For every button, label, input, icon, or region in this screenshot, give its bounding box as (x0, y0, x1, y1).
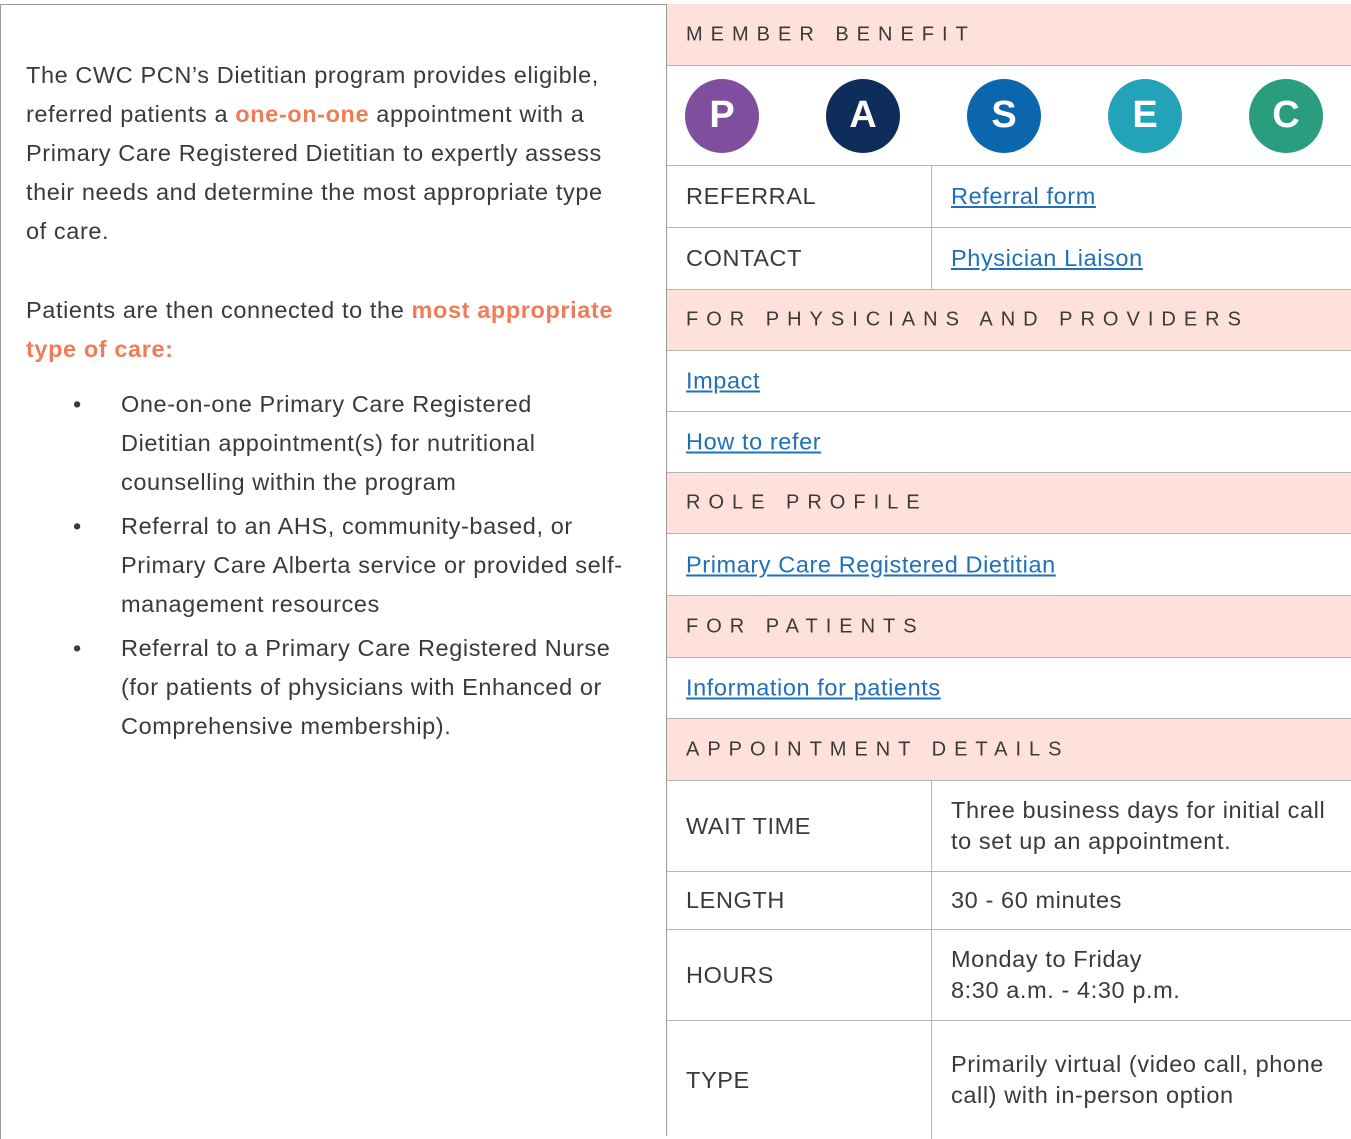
impact-link[interactable]: Impact (686, 368, 760, 395)
referral-form-link[interactable]: Referral form (951, 181, 1096, 212)
patients-title: FOR PATIENTS (686, 615, 925, 637)
bullet-icon: • (73, 635, 82, 661)
circle-letter: P (709, 94, 735, 136)
membership-circles-row: P A S E C (667, 66, 1351, 166)
detail-row: WAIT TIME Three business days for initia… (667, 781, 1351, 872)
bullet-icon: • (73, 513, 82, 539)
role-profile-header: ROLE PROFILE (667, 473, 1351, 534)
intro-text: The CWC PCN’s Dietitian program provides… (26, 56, 626, 751)
role-profile-link[interactable]: Primary Care Registered Dietitian (686, 551, 1056, 578)
role-profile-row: Primary Care Registered Dietitian (667, 534, 1351, 596)
list-item-text: One-on-one Primary Care Registered Dieti… (121, 391, 536, 495)
detail-row: HOURS Monday to Friday 8:30 a.m. - 4:30 … (667, 930, 1351, 1021)
list-item: • One-on-one Primary Care Registered Diet… (73, 385, 626, 502)
contact-label: CONTACT (667, 228, 932, 289)
intro-paragraph: The CWC PCN’s Dietitian program provides… (26, 56, 626, 251)
contact-row: CONTACT Physician Liaison (667, 228, 1351, 290)
connected-paragraph: Patients are then connected to the most … (26, 291, 626, 369)
bullet-icon: • (73, 391, 82, 417)
circle-p: P (685, 78, 759, 153)
patients-info-link[interactable]: Information for patients (686, 675, 941, 702)
member-benefit-title: MEMBER BENEFIT (686, 23, 976, 45)
appointment-header: APPOINTMENT DETAILS (667, 719, 1351, 781)
care-options-list: • One-on-one Primary Care Registered Diet… (26, 385, 626, 746)
circle-letter: C (1272, 94, 1300, 136)
circle-c: C (1249, 78, 1323, 153)
list-item: • Referral to a Primary Care Registered N… (73, 629, 626, 746)
list-item-text: Referral to a Primary Care Registered Nu… (121, 635, 611, 739)
patients-row: Information for patients (667, 658, 1351, 719)
detail-value: Monday to Friday 8:30 a.m. - 4:30 p.m. (951, 946, 1181, 1003)
appointment-title: APPOINTMENT DETAILS (686, 738, 1070, 760)
member-benefit-header: MEMBER BENEFIT (667, 4, 1351, 66)
detail-label: HOURS (667, 930, 932, 1020)
detail-label: TYPE (667, 1021, 932, 1139)
impact-row: Impact (667, 351, 1351, 412)
sidebar-table: MEMBER BENEFIT P A S E C REFERRAL Referr… (666, 4, 1351, 1139)
detail-row: LENGTH 30 - 60 minutes (667, 872, 1351, 930)
circle-letter: S (991, 94, 1017, 136)
connected-text: Patients are then connected to the (26, 297, 412, 323)
how-to-refer-row: How to refer (667, 412, 1351, 473)
referral-label: REFERRAL (667, 166, 932, 227)
physician-liaison-link[interactable]: Physician Liaison (951, 243, 1143, 274)
membership-circles: P A S E C (667, 66, 1351, 165)
referral-row: REFERRAL Referral form (667, 166, 1351, 228)
circle-e: E (1108, 78, 1182, 153)
circle-letter: E (1132, 94, 1158, 136)
circle-s: S (967, 78, 1041, 153)
role-profile-title: ROLE PROFILE (686, 491, 928, 514)
physicians-header: FOR PHYSICIANS AND PROVIDERS (667, 290, 1351, 351)
detail-value: Three business days for initial call to … (951, 797, 1326, 854)
highlight-one-on-one: one-on-one (235, 101, 370, 127)
patients-header: FOR PATIENTS (667, 596, 1351, 658)
detail-label: LENGTH (667, 872, 932, 929)
how-to-refer-link[interactable]: How to refer (686, 429, 821, 456)
circle-letter: A (849, 94, 877, 136)
circle-a: A (826, 78, 900, 153)
physicians-title: FOR PHYSICIANS AND PROVIDERS (686, 308, 1249, 331)
list-item: • Referral to an AHS, community-based, or… (73, 507, 626, 624)
list-item-text: Referral to an AHS, community-based, or … (121, 513, 623, 617)
detail-value: 30 - 60 minutes (951, 887, 1122, 913)
detail-value: Primarily virtual (video call, phone cal… (951, 1051, 1324, 1108)
detail-label: WAIT TIME (667, 781, 932, 871)
detail-row: TYPE Primarily virtual (video call, phon… (667, 1021, 1351, 1139)
